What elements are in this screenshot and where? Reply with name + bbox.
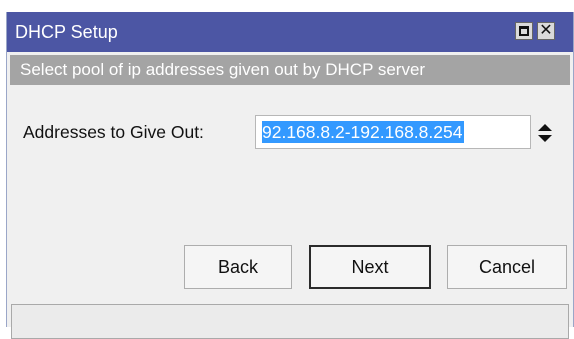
dhcp-setup-dialog: DHCP Setup ✕ Select pool of ip addresses…: [6, 12, 574, 339]
window-title: DHCP Setup: [15, 22, 118, 42]
up-down-stepper-icon[interactable]: [537, 121, 553, 145]
close-icon: ✕: [539, 21, 553, 39]
close-button[interactable]: ✕: [537, 22, 555, 40]
next-button[interactable]: Next: [309, 245, 431, 289]
title-bar[interactable]: DHCP Setup ✕: [7, 12, 573, 52]
back-button[interactable]: Back: [184, 245, 292, 289]
cancel-button[interactable]: Cancel: [447, 245, 567, 289]
maximize-button[interactable]: [515, 22, 533, 40]
maximize-icon: [519, 26, 529, 36]
instruction-banner: Select pool of ip addresses given out by…: [10, 55, 570, 85]
addresses-input[interactable]: 92.168.8.2-192.168.8.254: [255, 115, 531, 149]
status-bar: [11, 304, 569, 339]
addresses-input-value: 92.168.8.2-192.168.8.254: [262, 121, 465, 143]
addresses-label: Addresses to Give Out:: [23, 122, 204, 142]
